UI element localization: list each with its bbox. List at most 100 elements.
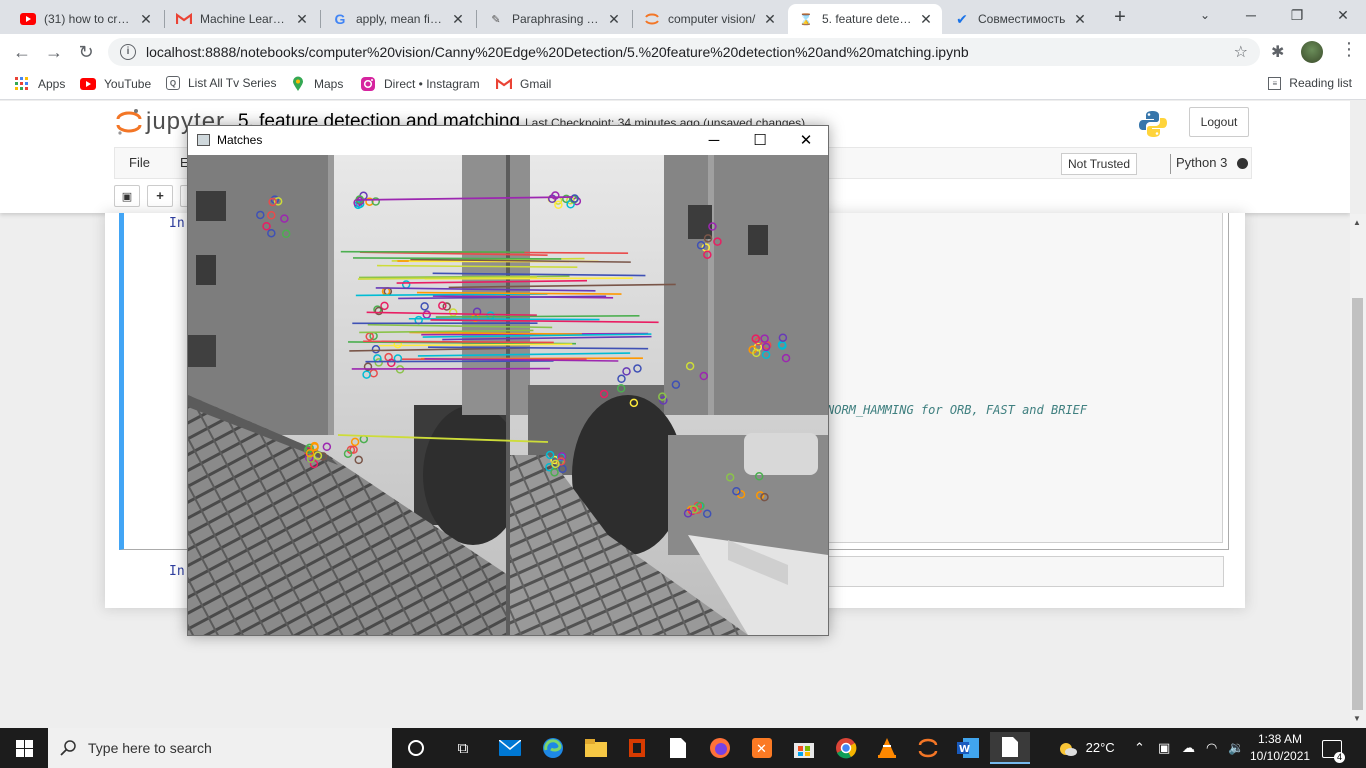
minimize-button[interactable]: ─ [1228,0,1274,30]
tab-feature-detection[interactable]: ⌛ 5. feature detectio ✕ [788,4,942,34]
taskbar-search[interactable]: Type here to search [48,728,392,768]
logout-button[interactable]: Logout [1189,107,1249,137]
bookmark-maps[interactable]: Maps [290,76,343,92]
word-icon[interactable]: W [948,732,988,764]
scroll-down-arrow-icon[interactable]: ▼ [1353,714,1361,723]
bookmark-label: Maps [314,77,344,91]
python-logo-icon [1138,109,1168,142]
xampp-icon[interactable]: ✕ [742,732,782,764]
microsoft-store-icon[interactable] [784,732,824,764]
tab-divider [320,10,321,28]
close-icon[interactable]: ✕ [1072,11,1088,28]
cortana-icon[interactable] [396,732,436,764]
tab-paraphrasing[interactable]: ✎ Paraphrasing Too ✕ [478,4,630,34]
close-icon[interactable]: ✕ [918,11,934,28]
svg-text:W: W [959,744,970,755]
clock-time: 1:38 AM [1257,732,1303,746]
notification-center[interactable]: 4 [1322,728,1345,768]
tab-computer-vision[interactable]: computer vision/ ✕ [634,4,786,34]
bookmark-apps[interactable]: Apps [14,76,65,92]
close-icon[interactable]: ✕ [294,11,310,28]
feature-matches-image [188,155,828,635]
kernel-divider [1170,154,1171,174]
close-icon[interactable]: ✕ [138,11,154,28]
matches-window[interactable]: Matches ─ ☐ ✕ [187,125,829,636]
file-explorer-icon[interactable] [576,732,616,764]
new-tab-button[interactable]: + [1108,6,1132,30]
close-icon[interactable]: ✕ [450,11,466,28]
tab-search-chevron-icon[interactable]: ⌄ [1182,0,1228,30]
extensions-puzzle-icon[interactable]: ✱ [1271,42,1284,62]
bookmark-youtube[interactable]: YouTube [80,76,151,92]
wifi-icon[interactable]: ◠ [1206,728,1217,768]
scrollbar-thumb[interactable] [1352,298,1363,710]
jupyter-app-icon[interactable] [908,732,948,764]
match-line [365,360,554,363]
weather-widget[interactable]: 22°C [1058,728,1115,768]
back-button[interactable]: ← [8,38,36,66]
windows-taskbar: Type here to search ⧉ ✕ W 22°C ⌃ ▣ ☁ ◠ 🔉… [0,728,1366,768]
bookmark-star-icon[interactable]: ☆ [1234,42,1248,62]
not-trusted-button[interactable]: Not Trusted [1061,153,1138,175]
restore-button[interactable]: ❐ [1274,0,1320,30]
bookmark-instagram[interactable]: Direct • Instagram [360,76,480,92]
kernel-busy-indicator [1237,158,1248,169]
quill-icon: ✎ [491,13,501,26]
site-info-icon[interactable]: i [120,44,136,60]
reading-list-button[interactable]: ≡ Reading list [1268,76,1352,90]
opencv-window-taskbar-icon[interactable] [990,732,1030,764]
close-icon[interactable]: ✕ [762,11,778,28]
start-button[interactable] [0,728,48,768]
bookmark-gmail[interactable]: Gmail [496,76,551,92]
menu-file[interactable]: File [129,155,150,170]
office-app-icon[interactable] [617,732,657,764]
volume-icon[interactable]: 🔉 [1228,728,1244,768]
chrome-icon[interactable] [826,732,866,764]
scroll-up-arrow-icon[interactable]: ▲ [1353,218,1361,227]
matches-window-titlebar[interactable]: Matches ─ ☐ ✕ [188,126,828,155]
feature-matches-canvas [188,155,828,635]
weather-temperature: 22°C [1085,740,1115,755]
tab-google[interactable]: G apply, mean filter ✕ [322,4,474,34]
firefox-icon[interactable] [700,732,740,764]
forward-button[interactable]: → [40,38,68,66]
clock-date: 10/10/2021 [1250,749,1311,763]
notepad-file-icon[interactable] [658,732,698,764]
tab-compatibility[interactable]: ✔ Совместимость ✕ [944,4,1096,34]
edge-browser-icon[interactable] [533,732,573,764]
notification-count: 4 [1334,751,1345,763]
tab-title: (31) how to creat [44,12,132,26]
tab-youtube[interactable]: (31) how to creat ✕ [10,4,162,34]
task-view-icon[interactable]: ⧉ [443,732,483,764]
kernel-name[interactable]: Python 3 [1176,155,1227,170]
search-icon [60,740,76,756]
hourglass-icon: ⌛ [799,13,813,26]
menu-kebab-icon[interactable]: ⋮ [1340,39,1358,60]
close-window-button[interactable]: ✕ [783,126,829,155]
close-window-button[interactable]: ✕ [1320,0,1366,30]
bookmark-label: YouTube [104,77,152,91]
bookmark-tv-series[interactable]: Q List All Tv Series [166,76,276,90]
maximize-button[interactable]: ☐ [737,126,783,155]
reload-button[interactable]: ↻ [72,38,100,66]
gmail-icon [176,11,192,27]
address-bar[interactable]: i localhost:8888/notebooks/computer%20vi… [108,38,1260,66]
meet-now-icon[interactable]: ▣ [1158,728,1170,768]
close-icon[interactable]: ✕ [606,11,622,28]
onedrive-cloud-icon[interactable]: ☁ [1182,728,1195,768]
bookmark-label: Apps [38,77,66,91]
empty-code-cell[interactable] [828,556,1224,587]
tab-divider [632,10,633,28]
show-hidden-icons-chevron-icon[interactable]: ⌃ [1134,728,1145,768]
mail-app-icon[interactable] [490,732,530,764]
system-clock[interactable]: 1:38 AM 10/10/2021 [1250,731,1310,765]
checkmark-icon: ✔ [956,10,968,27]
profile-avatar[interactable] [1301,41,1323,63]
save-button[interactable]: ▣ [114,185,140,207]
vlc-icon[interactable] [867,732,907,764]
tab-gmail[interactable]: Machine Learning ✕ [166,4,318,34]
instagram-icon [360,76,376,92]
input-prompt: In [169,216,185,231]
minimize-button[interactable]: ─ [691,126,737,155]
add-cell-button[interactable]: + [147,185,173,207]
